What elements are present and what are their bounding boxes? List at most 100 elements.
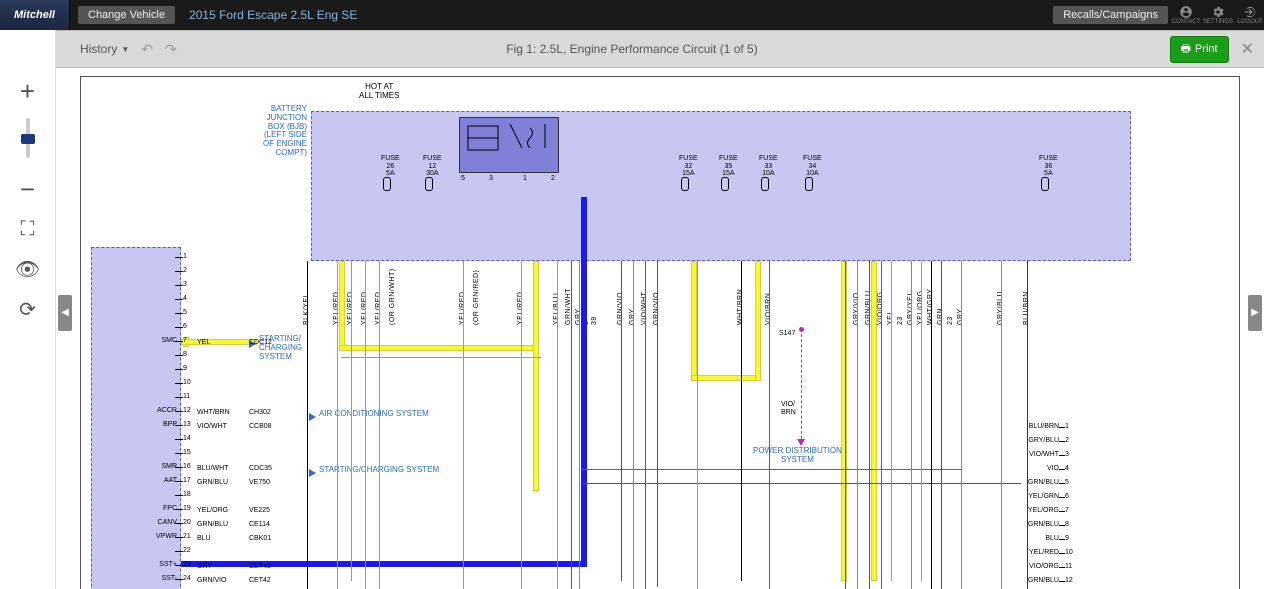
wire xyxy=(379,261,380,589)
back-button[interactable]: ↶ xyxy=(141,41,153,58)
pin-tick xyxy=(175,439,183,440)
fuse-label: FUSE3410A xyxy=(803,155,822,178)
pin-tick xyxy=(1059,553,1065,554)
wire-color-label: 23 xyxy=(897,265,904,325)
wire-id-row: GRN/VIOCET42 xyxy=(197,575,283,585)
wire-yel xyxy=(755,261,761,381)
wire-yel xyxy=(339,345,539,351)
relay-pin: 1 xyxy=(523,175,527,183)
pin-number: 2 xyxy=(183,267,187,275)
wire-id-row: GRYCET43 xyxy=(197,561,283,571)
wire-color-label: YEL/GRN xyxy=(1001,493,1059,500)
pin-number: 11 xyxy=(1065,563,1072,570)
figure-title: Fig 1: 2.5L, Engine Performance Circuit … xyxy=(506,42,757,56)
wire-color-label: YEL/RED xyxy=(1001,549,1059,556)
forward-button[interactable]: ↷ xyxy=(165,41,177,58)
signal-name: SST- xyxy=(125,575,177,583)
wire-color-label: VIO/ORG xyxy=(1001,563,1059,570)
pin-number: 8 xyxy=(183,351,187,359)
fuse-symbol xyxy=(805,177,813,191)
fuse-label: FUSE3310A xyxy=(759,155,778,178)
wire-color-label: GRN/BLU xyxy=(1001,577,1059,584)
pin-tick xyxy=(175,285,183,286)
pin-tick xyxy=(1059,441,1065,442)
wire xyxy=(633,261,634,589)
signal-name: VPWR xyxy=(125,533,177,541)
wire xyxy=(931,261,932,589)
pin-number: 14 xyxy=(183,435,191,443)
pin-tick xyxy=(175,551,183,552)
settings-icon[interactable]: SETTINGS xyxy=(1204,1,1232,29)
pin-tick xyxy=(175,453,183,454)
top-bar: Mitchell Change Vehicle 2015 Ford Escape… xyxy=(0,0,1264,30)
pin-number: 5 xyxy=(1065,479,1069,486)
pin-number: 11 xyxy=(183,393,190,401)
pin-tick xyxy=(1059,497,1065,498)
pin-number: 10 xyxy=(183,379,191,387)
relay-pin: 2 xyxy=(551,175,555,183)
wire-vio-brn xyxy=(801,329,802,439)
wire-color-label: GRN/BLU xyxy=(1001,479,1059,486)
pin-number: 21 xyxy=(183,533,191,541)
wire xyxy=(845,261,846,589)
signal-name: AAT xyxy=(125,477,177,485)
visibility-button[interactable]: 👁 xyxy=(13,254,43,284)
logout-icon[interactable]: LOGOUT xyxy=(1236,1,1264,29)
pin-number: 22 xyxy=(183,547,191,555)
wire-color-label: VIO xyxy=(1001,465,1059,472)
zoom-out-button[interactable]: − xyxy=(13,174,43,204)
pin-tick xyxy=(175,327,183,328)
left-panel-handle[interactable]: ◀ xyxy=(58,295,72,331)
wire xyxy=(657,261,658,587)
zoom-handle[interactable] xyxy=(21,134,35,144)
wire-blu xyxy=(581,197,587,567)
splice-dot xyxy=(799,327,804,332)
signal-name: SMR xyxy=(125,463,177,471)
print-button[interactable]: 🖶 Print xyxy=(1170,36,1229,63)
wire-color-label: GRY/BLU xyxy=(1001,437,1059,444)
tool-column: + − ⛶ 👁 ⟳ xyxy=(0,30,56,589)
wire-id-row: GRN/BLUCE114 xyxy=(197,519,283,529)
wire-color-label: GRN/BLU xyxy=(1001,521,1059,528)
relay-pin: 5 xyxy=(461,175,465,183)
history-dropdown[interactable]: History ▼ xyxy=(80,42,129,56)
pin-tick xyxy=(175,257,183,258)
zoom-slider[interactable] xyxy=(26,118,30,158)
vehicle-name: 2015 Ford Escape 2.5L Eng SE xyxy=(189,8,357,22)
pin-number: 19 xyxy=(183,505,191,513)
wire-yel xyxy=(533,261,539,491)
change-vehicle-button[interactable]: Change Vehicle xyxy=(78,6,175,24)
wire-color-label: (OR GRN/RED) xyxy=(473,265,480,325)
wire xyxy=(921,261,922,581)
refresh-button[interactable]: ⟳ xyxy=(13,294,43,324)
wire-yel xyxy=(871,261,877,581)
pin-tick xyxy=(1059,455,1065,456)
pin-number: 5 xyxy=(183,309,187,317)
pin-number: 12 xyxy=(1065,577,1073,584)
arrow-right-icon xyxy=(309,413,316,421)
fullscreen-button[interactable]: ⛶ xyxy=(13,214,43,244)
fuse-symbol xyxy=(721,177,729,191)
wire xyxy=(579,261,580,589)
sub-bar: History ▼ ↶ ↷ Fig 1: 2.5L, Engine Perfor… xyxy=(0,30,1264,68)
contact-icon[interactable]: CONTACT xyxy=(1172,1,1200,29)
fuse-symbol xyxy=(1041,177,1049,191)
vio-brn-label: VIO/ BRN xyxy=(781,401,796,416)
diagram-canvas[interactable]: HOT AT ALL TIMES BATTERY JUNCTION BOX (B… xyxy=(56,68,1264,589)
right-panel-handle[interactable]: ▶ xyxy=(1248,295,1262,331)
pin-tick xyxy=(1059,427,1065,428)
wire-color-label: BLU/BRN xyxy=(1001,423,1059,430)
arrow-right-icon xyxy=(309,469,316,477)
zoom-in-button[interactable]: + xyxy=(13,76,43,106)
recalls-button[interactable]: Recalls/Campaigns xyxy=(1053,6,1168,24)
pin-number: 20 xyxy=(183,519,191,527)
wire xyxy=(557,261,558,589)
close-button[interactable]: ✕ xyxy=(1241,39,1254,59)
signal-name: ACCR xyxy=(125,407,177,415)
pin-tick xyxy=(1059,525,1065,526)
fuse-label: FUSE365A xyxy=(1039,155,1058,178)
pin-number: 9 xyxy=(1065,535,1069,542)
pin-tick xyxy=(175,271,183,272)
signal-name: BPP xyxy=(125,421,177,429)
pin-tick xyxy=(175,299,183,300)
